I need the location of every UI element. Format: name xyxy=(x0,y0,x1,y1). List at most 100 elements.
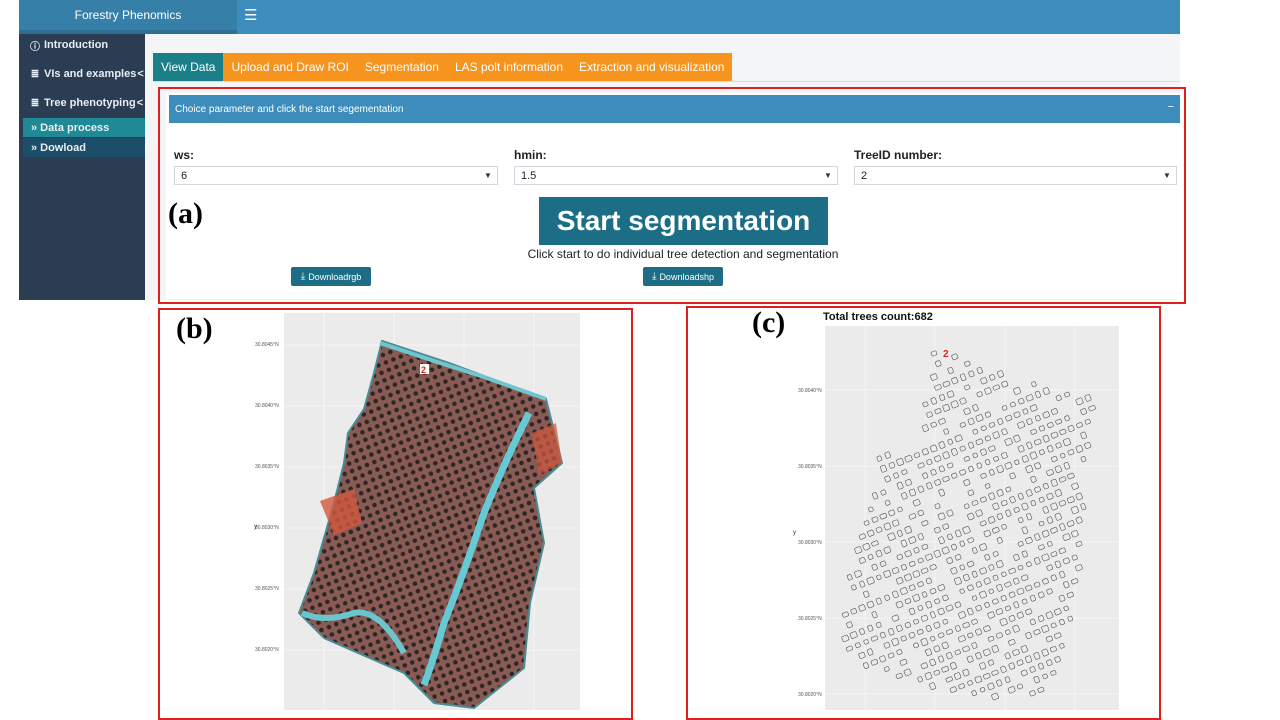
tree-crown xyxy=(984,483,991,489)
tree-crown xyxy=(1062,533,1071,541)
plot-c-ytick: 30.8030°N xyxy=(798,540,822,546)
tree-crown xyxy=(884,594,891,601)
tree-crown xyxy=(901,492,908,500)
tree-crown xyxy=(850,608,858,615)
tree-crown xyxy=(1001,452,1008,459)
tab-extraction-visualization[interactable]: Extraction and visualization xyxy=(571,53,733,81)
tree-crown xyxy=(1008,591,1016,598)
sidebar: ⓘ Introduction ≣ VIs and examples < ≣ Tr… xyxy=(19,34,145,300)
tree-crown xyxy=(975,438,984,446)
tab-las-plot-information[interactable]: LAS polt information xyxy=(446,53,571,81)
tree-crown xyxy=(1013,387,1022,395)
tree-crown xyxy=(988,588,994,594)
tree-crown xyxy=(912,570,921,578)
tree-crown xyxy=(876,574,882,581)
tree-crown xyxy=(987,516,996,524)
tree-crown xyxy=(900,564,907,571)
tree-crown xyxy=(917,462,925,469)
tree-crown xyxy=(984,387,992,395)
tree-crown xyxy=(946,557,954,565)
tree-crown xyxy=(996,513,1004,520)
tree-crown xyxy=(922,401,929,408)
tree-crown xyxy=(967,584,974,591)
tree-crown xyxy=(954,625,961,632)
tree-crown xyxy=(930,373,938,381)
sidebar-subitem-dowload[interactable]: » Dowload xyxy=(23,138,145,157)
tree-crown xyxy=(917,485,925,493)
plot-c-panel: 2 xyxy=(825,326,1119,710)
tree-crown xyxy=(925,553,933,561)
tree-crown xyxy=(1058,500,1067,507)
tree-crown xyxy=(996,632,1003,639)
tree-crown xyxy=(925,648,933,656)
sidebar-item-vis-examples[interactable]: ≣ VIs and examples < xyxy=(19,63,145,85)
sidebar-item-introduction[interactable]: ⓘ Introduction xyxy=(19,34,145,56)
tree-crown xyxy=(1063,605,1069,612)
tree-crown xyxy=(1062,437,1072,447)
sidebar-item-tree-phenotyping[interactable]: ≣ Tree phenotyping < xyxy=(19,92,145,114)
plot-c-gridlines xyxy=(825,326,1119,710)
tree-crown xyxy=(908,631,916,639)
tree-crown xyxy=(983,577,991,585)
tree-crown xyxy=(926,411,933,418)
tree-crown xyxy=(1013,553,1020,561)
tree-crown xyxy=(863,520,870,526)
tree-crown xyxy=(946,390,955,398)
tree-crown xyxy=(1054,632,1062,639)
sidebar-item-label: Tree phenotyping xyxy=(44,97,136,109)
tree-crown xyxy=(1030,428,1037,435)
tree-crown xyxy=(975,604,982,612)
tree-crown xyxy=(1007,686,1016,694)
sidebar-subitem-data-process[interactable]: » Data process xyxy=(23,118,145,137)
hamburger-menu-icon[interactable]: ☰ xyxy=(244,8,258,24)
tree-crown xyxy=(942,618,949,625)
tree-crown xyxy=(1055,394,1062,402)
tree-crown xyxy=(942,594,949,602)
figure-label-b: (b) xyxy=(176,312,213,345)
tree-crown xyxy=(1026,513,1033,521)
tree-crown xyxy=(863,590,870,598)
tree-crown xyxy=(903,668,912,677)
tree-crown xyxy=(934,408,942,415)
tree-crown xyxy=(1045,635,1053,643)
tree-crown xyxy=(904,454,913,463)
tree-crown xyxy=(887,532,896,541)
tree-crown xyxy=(1033,652,1041,660)
tree-crown xyxy=(879,512,888,520)
tree-crown xyxy=(1001,428,1008,436)
tree-crown xyxy=(1080,431,1087,440)
tree-crown xyxy=(991,526,1000,534)
tree-crown xyxy=(888,462,896,469)
tree-crown xyxy=(967,680,973,686)
tree-crown xyxy=(992,502,1000,511)
tree-crown xyxy=(1034,486,1041,493)
tree-crown xyxy=(871,516,879,523)
tree-crown xyxy=(962,573,970,582)
tree-crown xyxy=(1064,415,1070,422)
tree-crown xyxy=(1054,560,1062,569)
tree-crown xyxy=(975,581,982,588)
tree-crown xyxy=(945,676,953,683)
tree-crown xyxy=(938,465,945,473)
tab-view-data[interactable]: View Data xyxy=(153,53,224,81)
tree-crown xyxy=(954,649,961,656)
tree-crown xyxy=(1017,492,1024,500)
tree-crown xyxy=(929,564,937,571)
tree-crown xyxy=(972,595,978,601)
tab-segmentation[interactable]: Segmentation xyxy=(356,53,447,81)
plot-b-ytick: 30.8030°N xyxy=(255,525,279,531)
tree-crown xyxy=(942,380,951,388)
tree-crown xyxy=(945,628,953,635)
tree-crown xyxy=(959,588,965,594)
plot-c-ytick: 30.8040°N xyxy=(798,388,822,394)
tree-crown xyxy=(980,472,987,479)
tab-upload-draw-roi[interactable]: Upload and Draw ROI xyxy=(223,53,357,81)
tree-crown xyxy=(1067,449,1075,456)
tree-crown xyxy=(846,574,853,581)
tree-crown xyxy=(883,546,892,554)
tree-crown xyxy=(1042,506,1049,514)
tree-crown xyxy=(917,605,924,611)
tree-crown xyxy=(858,628,866,635)
tree-crown xyxy=(997,418,1004,425)
tree-crown xyxy=(947,367,954,374)
